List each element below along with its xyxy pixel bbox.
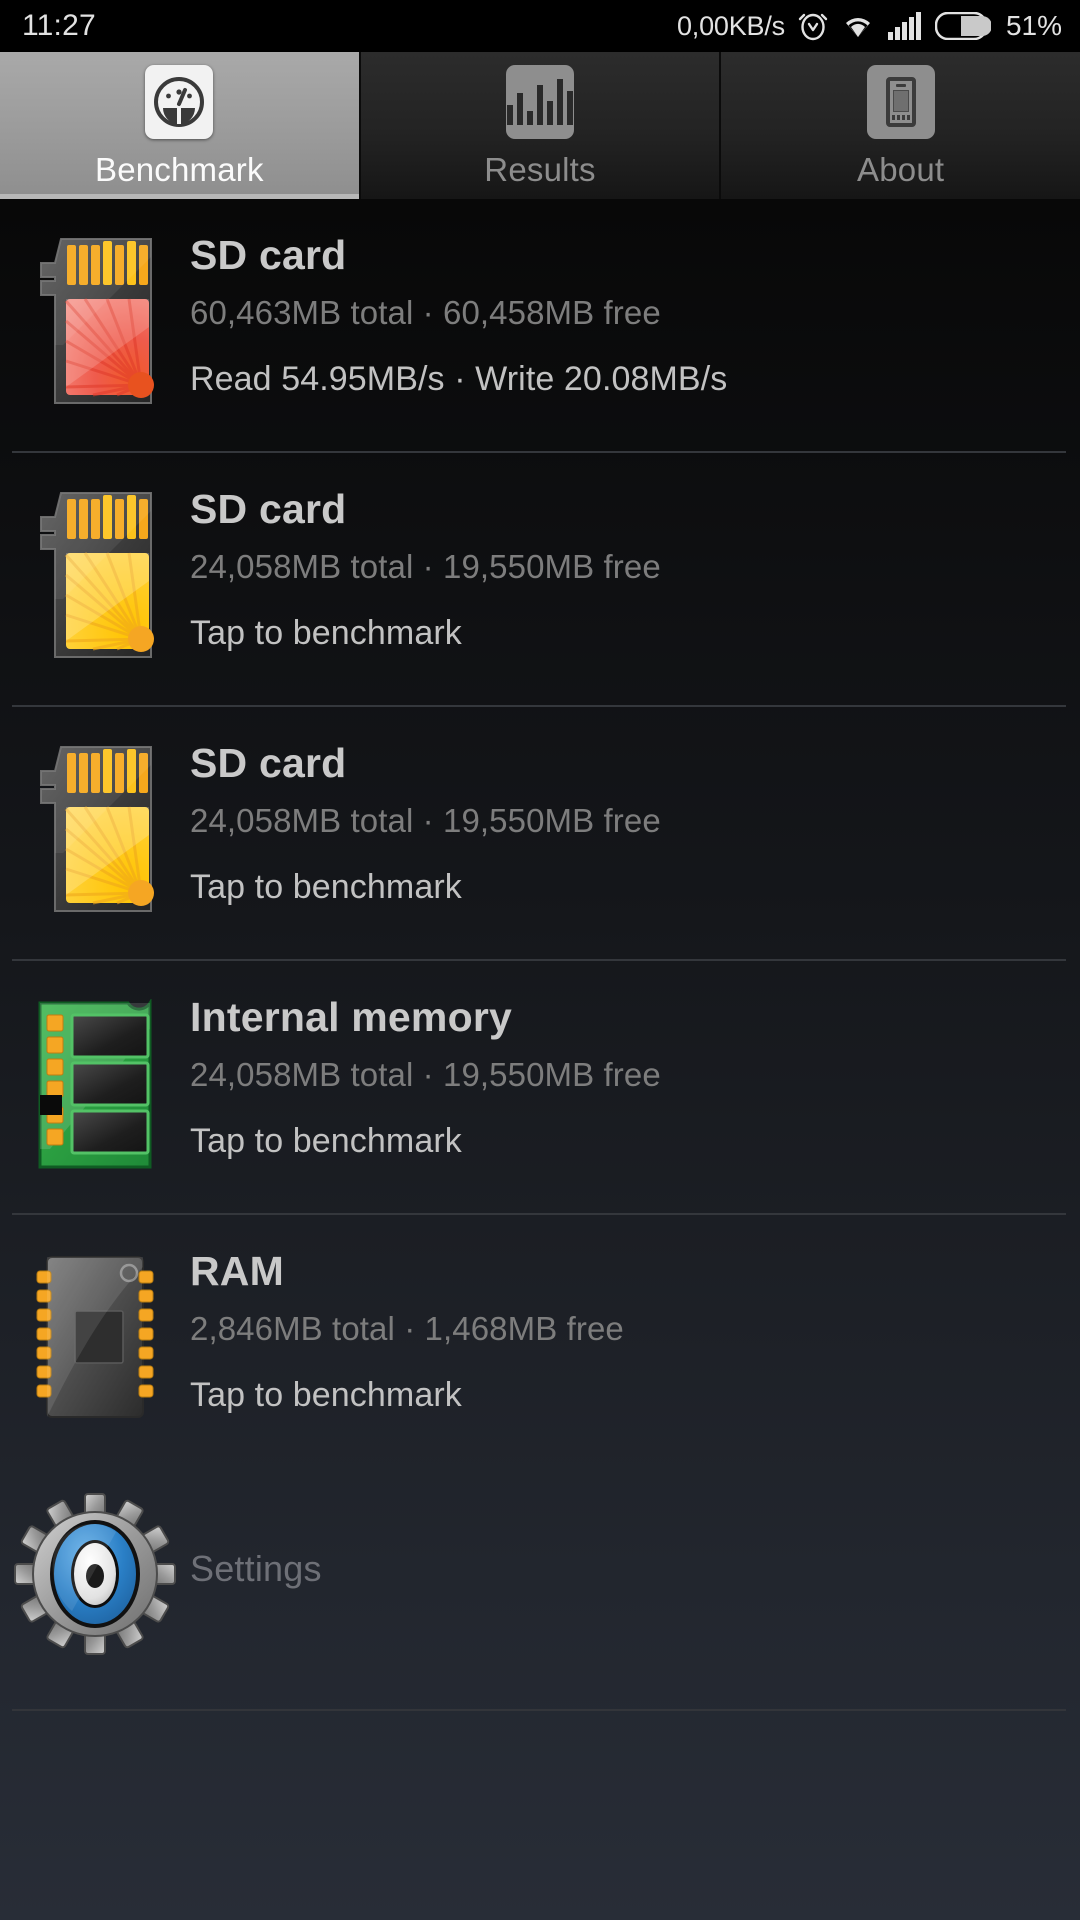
alarm-clock-icon <box>798 13 828 41</box>
settings-label: Settings <box>190 1548 322 1589</box>
list-item[interactable]: SD card 60,463MB total · 60,458MB free R… <box>0 199 1080 453</box>
list-item-subtitle: 24,058MB total · 19,550MB free <box>190 548 661 586</box>
status-bar: 11:27 0,00KB/s 51% <box>0 0 1080 52</box>
tab-about[interactable]: About <box>721 52 1080 199</box>
list-item-action: Read 54.95MB/s · Write 20.08MB/s <box>190 360 728 399</box>
tab-benchmark-label: Benchmark <box>94 151 264 188</box>
list-footer <box>0 1669 1080 1869</box>
list-item-text: SD card 24,058MB total · 19,550MB free T… <box>190 481 661 653</box>
list-item-subtitle: 24,058MB total · 19,550MB free <box>190 1056 661 1094</box>
settings-row[interactable]: Settings <box>0 1469 1080 1669</box>
bar-chart-icon <box>506 65 574 139</box>
list-item-title: RAM <box>190 1248 284 1294</box>
list-item-action: Tap to benchmark <box>190 614 462 653</box>
network-speed-label: 0,00KB/s <box>676 10 785 41</box>
tab-results-label: Results <box>484 151 596 188</box>
list-item[interactable]: SD card 24,058MB total · 19,550MB free T… <box>0 707 1080 961</box>
signal-bars-icon <box>887 12 921 40</box>
tab-about-label: About <box>857 151 945 188</box>
ram-chip-icon <box>0 1243 190 1421</box>
list-item-title: SD card <box>190 232 347 278</box>
list-item-action: Tap to benchmark <box>190 1122 462 1161</box>
battery-icon <box>934 12 991 40</box>
list-item[interactable]: RAM 2,846MB total · 1,468MB free Tap to … <box>0 1215 1080 1469</box>
speedometer-icon <box>145 65 214 139</box>
list-item-subtitle: 2,846MB total · 1,468MB free <box>190 1310 624 1348</box>
sd-card-icon-yellow <box>0 481 190 661</box>
phone-icon <box>866 65 935 139</box>
list-item-text: RAM 2,846MB total · 1,468MB free Tap to … <box>190 1243 624 1415</box>
list-item-action: Tap to benchmark <box>190 868 462 907</box>
tab-bar: Benchmark Results About <box>0 52 1080 199</box>
status-right-cluster: 0,00KB/s 51% <box>677 10 1062 42</box>
benchmark-list: SD card 60,463MB total · 60,458MB free R… <box>0 199 1080 1920</box>
list-item-text: SD card 60,463MB total · 60,458MB free R… <box>190 227 727 399</box>
battery-percent-label: 51% <box>1005 10 1062 41</box>
sd-card-icon-red <box>0 227 190 407</box>
sd-card-icon-yellow <box>0 735 190 915</box>
list-item-title: SD card <box>190 740 347 786</box>
memory-module-icon <box>0 989 190 1171</box>
list-item-text: Internal memory 24,058MB total · 19,550M… <box>190 989 661 1161</box>
list-item[interactable]: SD card 24,058MB total · 19,550MB free T… <box>0 453 1080 707</box>
wifi-icon <box>845 18 870 37</box>
list-item-subtitle: 60,463MB total · 60,458MB free <box>190 294 661 332</box>
list-item-title: SD card <box>190 486 347 532</box>
list-item-action: Tap to benchmark <box>190 1376 462 1415</box>
list-item-subtitle: 24,058MB total · 19,550MB free <box>190 802 661 840</box>
list-item-title: Internal memory <box>190 994 512 1040</box>
tab-benchmark[interactable]: Benchmark <box>0 52 361 199</box>
gear-icon <box>0 1481 190 1657</box>
footer-divider <box>12 1709 1066 1711</box>
list-item[interactable]: Internal memory 24,058MB total · 19,550M… <box>0 961 1080 1215</box>
list-item-text: SD card 24,058MB total · 19,550MB free T… <box>190 735 661 907</box>
tab-results[interactable]: Results <box>360 52 722 199</box>
status-clock: 11:27 <box>22 9 96 42</box>
